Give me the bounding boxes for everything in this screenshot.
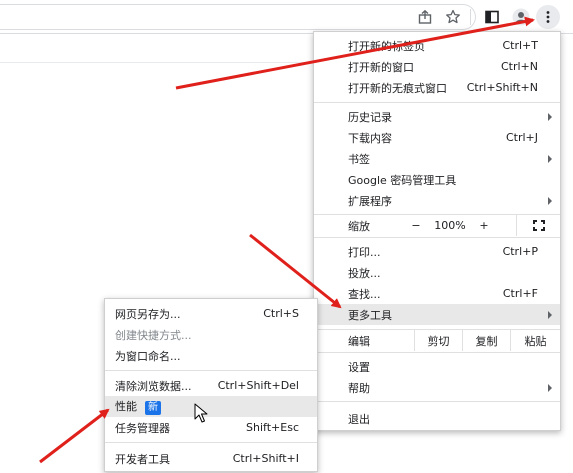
menu-item-label: 打印... (348, 245, 381, 259)
menu-item-downloads[interactable]: 下载内容 Ctrl+J (314, 127, 560, 148)
menu-separator (314, 352, 560, 353)
menu-separator (105, 442, 317, 443)
submenu-item-performance[interactable]: 性能新 (105, 396, 317, 417)
menu-item-label: 清除浏览数据... (115, 379, 192, 393)
bookmark-star-icon[interactable] (442, 6, 464, 28)
annotation-arrow-performance (39, 408, 110, 464)
zoom-row: 缩放 − 100% + (314, 215, 560, 236)
menu-item-find[interactable]: 查找... Ctrl+F (314, 283, 560, 304)
side-panel-icon[interactable] (481, 6, 503, 28)
menu-item-label: 创建快捷方式... (115, 328, 192, 342)
submenu-arrow-icon (548, 197, 552, 205)
menu-item-label: 扩展程序 (348, 194, 392, 208)
submenu-arrow-icon (548, 311, 552, 319)
menu-item-label: Google 密码管理工具 (348, 173, 457, 187)
edit-row: 编辑 剪切 复制 粘贴 (314, 330, 560, 351)
menu-item-label: 为窗口命名... (115, 349, 181, 363)
menu-item-exit[interactable]: 退出 (314, 408, 560, 429)
menu-item-label: 历史记录 (348, 110, 392, 124)
menu-item-label: 打开新的窗口 (348, 60, 414, 74)
menu-item-bookmarks[interactable]: 书签 (314, 148, 560, 169)
menu-item-label: 设置 (348, 360, 370, 374)
menu-item-shortcut: Ctrl+T (502, 39, 538, 52)
menu-item-new-tab[interactable]: 打开新的标签页 Ctrl+T (314, 35, 560, 56)
menu-item-label: 查找... (348, 287, 381, 301)
submenu-item-save-page[interactable]: 网页另存为... Ctrl+S (105, 303, 317, 324)
toolbar-divider (470, 9, 471, 25)
submenu-item-task-manager[interactable]: 任务管理器 Shift+Esc (105, 417, 317, 438)
menu-separator (105, 370, 317, 371)
copy-button[interactable]: 复制 (462, 330, 510, 351)
chrome-main-menu: 打开新的标签页 Ctrl+T 打开新的窗口 Ctrl+N 打开新的无痕式窗口 C… (313, 31, 561, 431)
share-icon[interactable] (414, 6, 436, 28)
menu-item-new-incognito[interactable]: 打开新的无痕式窗口 Ctrl+Shift+N (314, 77, 560, 98)
menu-item-shortcut: Ctrl+N (500, 60, 538, 73)
paste-button[interactable]: 粘贴 (510, 330, 560, 351)
fullscreen-button[interactable] (516, 215, 560, 236)
menu-item-label: 性能新 (115, 398, 299, 415)
menu-item-shortcut: Ctrl+P (502, 245, 538, 258)
menu-item-label: 网页另存为... (115, 307, 181, 321)
menu-item-shortcut: Ctrl+Shift+I (232, 452, 299, 465)
performance-label: 性能 (115, 400, 137, 413)
menu-item-label: 投放... (348, 266, 381, 280)
menu-item-shortcut: Ctrl+Shift+Del (217, 379, 299, 392)
edit-label: 编辑 (348, 335, 370, 348)
menu-item-more-tools[interactable]: 更多工具 (314, 304, 560, 325)
menu-item-shortcut: Ctrl+J (505, 131, 538, 144)
new-badge: 新 (145, 401, 161, 415)
submenu-arrow-icon (548, 384, 552, 392)
menu-item-label: 打开新的标签页 (348, 39, 425, 53)
fullscreen-icon (532, 220, 545, 231)
submenu-arrow-icon (548, 113, 552, 121)
menu-item-label: 任务管理器 (115, 421, 170, 435)
menu-item-history[interactable]: 历史记录 (314, 106, 560, 127)
menu-item-new-window[interactable]: 打开新的窗口 Ctrl+N (314, 56, 560, 77)
menu-item-label: 更多工具 (348, 308, 392, 322)
menu-separator (314, 102, 560, 103)
menu-item-cast[interactable]: 投放... (314, 262, 560, 283)
menu-item-extensions[interactable]: 扩展程序 (314, 190, 560, 211)
address-bar[interactable] (0, 4, 476, 30)
menu-item-label: 下载内容 (348, 131, 392, 145)
menu-item-help[interactable]: 帮助 (314, 377, 560, 398)
cut-button[interactable]: 剪切 (414, 330, 462, 351)
submenu-arrow-icon (548, 155, 552, 163)
zoom-level: 100% (434, 219, 466, 232)
menu-item-shortcut: Shift+Esc (246, 421, 299, 434)
menu-item-print[interactable]: 打印... Ctrl+P (314, 241, 560, 262)
zoom-in-button[interactable]: + (472, 215, 496, 236)
submenu-item-clear-data[interactable]: 清除浏览数据... Ctrl+Shift+Del (105, 375, 317, 396)
more-tools-submenu: 网页另存为... Ctrl+S 创建快捷方式... 为窗口命名... 清除浏览数… (104, 298, 318, 472)
menu-separator (314, 401, 560, 402)
profile-avatar-icon[interactable] (510, 6, 532, 28)
menu-item-shortcut: Ctrl+F (502, 287, 538, 300)
menu-item-shortcut: Ctrl+Shift+N (466, 81, 538, 94)
submenu-item-create-shortcut: 创建快捷方式... (105, 324, 317, 345)
menu-item-label: 帮助 (348, 381, 370, 395)
menu-item-label: 打开新的无痕式窗口 (348, 81, 447, 95)
menu-item-settings[interactable]: 设置 (314, 356, 560, 377)
more-vert-icon[interactable] (536, 5, 560, 29)
zoom-out-button[interactable]: − (404, 215, 428, 236)
browser-toolbar (0, 0, 573, 34)
menu-item-password-manager[interactable]: Google 密码管理工具 (314, 169, 560, 190)
menu-item-shortcut: Ctrl+S (263, 307, 299, 320)
menu-item-label: 退出 (348, 412, 370, 426)
submenu-item-name-window[interactable]: 为窗口命名... (105, 345, 317, 366)
zoom-label: 缩放 (348, 220, 370, 233)
menu-item-label: 书签 (348, 152, 370, 166)
menu-item-label: 开发者工具 (115, 452, 170, 466)
page-divider (0, 62, 312, 63)
menu-separator (314, 237, 560, 238)
submenu-item-devtools[interactable]: 开发者工具 Ctrl+Shift+I (105, 448, 317, 469)
